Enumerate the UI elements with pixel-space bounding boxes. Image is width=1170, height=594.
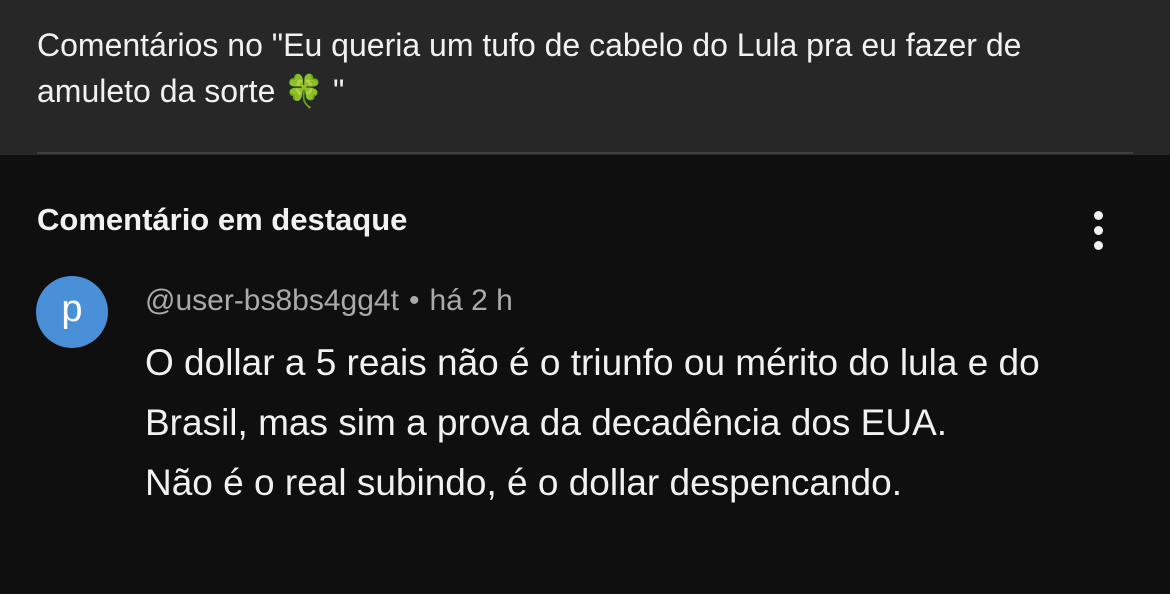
comment-meta: @user-bs8bs4gg4t • há 2 h: [145, 282, 513, 320]
avatar[interactable]: p: [36, 276, 108, 348]
comment-timestamp: há 2 h: [429, 284, 513, 317]
header-divider: [37, 152, 1133, 154]
meta-separator: •: [408, 284, 420, 317]
comment-paragraph: O dollar a 5 reais não é o triunfo ou mé…: [145, 342, 1040, 443]
more-vertical-icon-dot: [1093, 240, 1103, 250]
more-vertical-icon-dot: [1093, 225, 1103, 235]
comment-text: O dollar a 5 reais não é o triunfo ou mé…: [145, 333, 1135, 513]
more-vertical-icon: [1093, 210, 1103, 220]
comments-header-title: Comentários no "Eu queria um tufo de cab…: [37, 27, 1022, 109]
more-options-button[interactable]: [1078, 206, 1118, 254]
comments-header: Comentários no "Eu queria um tufo de cab…: [0, 0, 1170, 155]
comment-paragraph: Não é o real subindo, é o dollar despenc…: [145, 462, 902, 503]
comment-author[interactable]: @user-bs8bs4gg4t: [145, 284, 399, 317]
featured-comment-title: Comentário em destaque: [37, 202, 408, 237]
